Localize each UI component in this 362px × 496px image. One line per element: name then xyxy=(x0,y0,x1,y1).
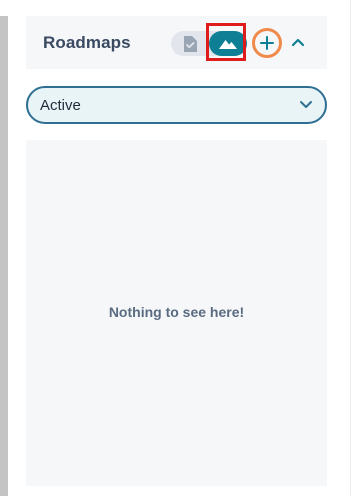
scrollbar[interactable] xyxy=(0,16,8,496)
chevron-down-icon xyxy=(300,101,312,108)
collapse-button[interactable] xyxy=(289,35,307,49)
view-toggle xyxy=(171,31,247,56)
panel-title: Roadmaps xyxy=(43,33,131,52)
chevron-up-icon xyxy=(291,38,305,47)
roadmaps-header: Roadmaps xyxy=(26,16,327,69)
roadmap-list: Nothing to see here! xyxy=(26,140,327,486)
empty-state-message: Nothing to see here! xyxy=(108,304,245,320)
plus-icon xyxy=(260,36,274,50)
roadmaps-panel: Roadmaps Active Nothing to see here! xyxy=(26,16,327,486)
docs-view-button[interactable] xyxy=(171,31,209,56)
app-frame: Roadmaps Active Nothing to see here! xyxy=(0,0,362,496)
status-filter-value: Active xyxy=(40,97,81,114)
roadmap-view-button[interactable] xyxy=(209,31,247,56)
divider xyxy=(350,0,351,496)
mountain-icon xyxy=(219,40,237,49)
document-check-icon xyxy=(184,36,197,52)
add-roadmap-button[interactable] xyxy=(252,28,282,58)
status-filter-select[interactable]: Active xyxy=(26,86,327,124)
